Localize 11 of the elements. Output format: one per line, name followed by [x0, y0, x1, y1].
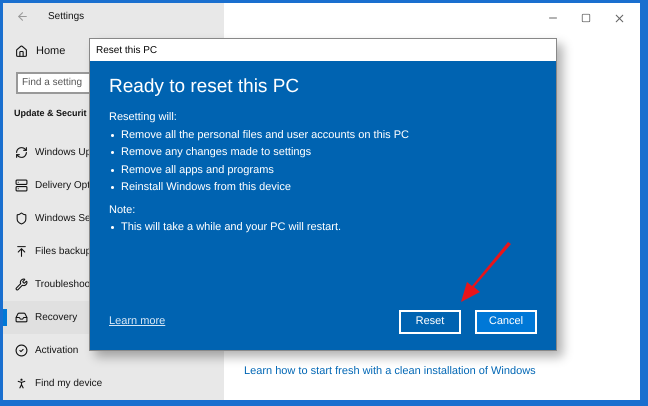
window-title: Settings [48, 10, 84, 24]
intro-text: Resetting will: [109, 110, 178, 125]
dialog-heading: Ready to reset this PC [109, 75, 300, 99]
bullet-text: Remove all the personal files and user accounts on this PC [121, 128, 409, 142]
bullet-text: Remove any changes made to settings [121, 145, 312, 160]
dialog-title: Reset this PC [96, 44, 158, 58]
bullet-text: This will take a while and your PC will restart. [121, 220, 342, 235]
bullet-text: Remove all apps and programs [121, 162, 274, 178]
bullet-text: Reinstall Windows from this device [121, 180, 291, 195]
section-heading: Update & Securit [14, 106, 87, 120]
note-label: Note: [109, 202, 136, 218]
